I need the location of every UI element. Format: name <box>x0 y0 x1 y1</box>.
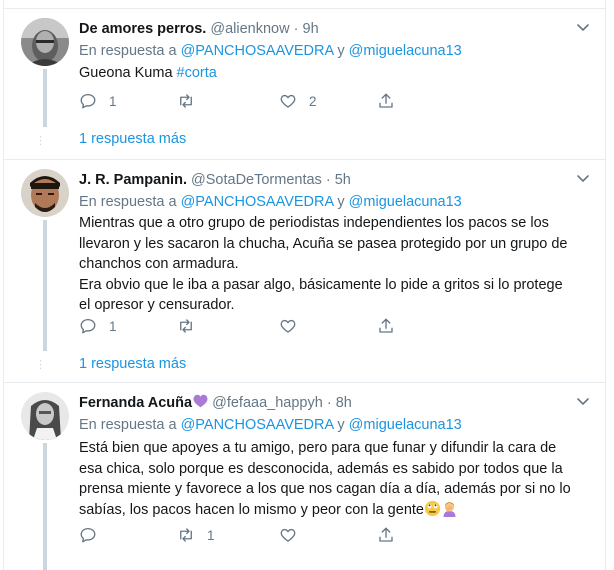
share-icon <box>379 318 393 333</box>
tweet[interactable]: De amores perros. @alienknow · 9h En res… <box>4 9 605 159</box>
reply-count: 1 <box>109 318 117 334</box>
reply-icon <box>80 527 96 543</box>
reply-icon <box>80 93 96 109</box>
reply-prefix: En respuesta a <box>79 43 177 59</box>
tweet-actions: 1 <box>79 315 479 337</box>
timeline-right-border <box>605 0 606 570</box>
thread-line <box>43 443 47 570</box>
tweet-text-line: llevaron y les sacaron la chucha, Acuña … <box>79 235 568 252</box>
avatar[interactable] <box>21 169 69 217</box>
reply-context: En respuesta a @PANCHOSAAVEDRA y @miguel… <box>79 415 462 435</box>
purple-heart-icon <box>193 394 208 408</box>
share-button[interactable] <box>377 90 395 112</box>
tweet-text-line: esa chica, solo porque es desconocida, a… <box>79 460 563 477</box>
tweet-text-line: Mientras que a otro grupo de periodistas… <box>79 215 549 231</box>
like-count: 2 <box>309 93 317 109</box>
tweet[interactable]: Fernanda Acuña @fefaaa_happyh · 8h En re… <box>4 383 605 570</box>
thread-dots: ⋮ <box>35 135 47 147</box>
show-more-replies-link[interactable]: 1 respuesta más <box>79 131 186 147</box>
mention-link[interactable]: @miguelacuna13 <box>349 43 462 59</box>
hashtag-link[interactable]: #corta <box>177 65 217 81</box>
reply-context: En respuesta a @PANCHOSAAVEDRA y @miguel… <box>79 41 462 61</box>
tweet-text-line: sabías, los pacos hacen lo mismo y peor … <box>79 501 424 518</box>
mention-link[interactable]: @PANCHOSAAVEDRA <box>181 43 334 59</box>
like-button[interactable] <box>279 524 309 546</box>
user-handle[interactable]: @SotaDeTormentas <box>191 172 322 188</box>
retweet-button[interactable]: 1 <box>177 524 215 546</box>
thread-line <box>43 220 47 351</box>
tweet-text-line: el opresor y censurador. <box>79 297 235 313</box>
reply-icon <box>80 318 96 334</box>
share-button[interactable] <box>377 315 395 337</box>
mention-link[interactable]: @miguelacuna13 <box>349 194 462 210</box>
share-icon <box>379 93 393 108</box>
show-more-replies-link[interactable]: 1 respuesta más <box>79 356 186 372</box>
tweet-time[interactable]: 9h <box>303 21 319 37</box>
facepalm-emoji-icon <box>443 501 456 517</box>
reply-button[interactable] <box>79 524 109 546</box>
tweet-header: De amores perros. @alienknow · 9h <box>79 19 319 39</box>
mention-link[interactable]: @PANCHOSAAVEDRA <box>181 417 334 433</box>
tweet-text: Está bien que apoyes a tu amigo, pero pa… <box>79 438 584 520</box>
tweet-text: Mientras que a otro grupo de periodistas… <box>79 213 584 316</box>
thread-line <box>43 69 47 127</box>
tweet-text-line: prensa miente y favorece a los que nos c… <box>79 481 571 497</box>
caret-down-icon[interactable] <box>576 397 590 407</box>
retweet-icon <box>180 319 192 333</box>
reply-prefix: En respuesta a <box>79 194 177 210</box>
tweet-time[interactable]: 8h <box>336 395 352 411</box>
retweet-button[interactable] <box>177 90 207 112</box>
user-handle[interactable]: @fefaaa_happyh <box>212 395 323 411</box>
reply-button[interactable]: 1 <box>79 90 117 112</box>
tweet-text: Gueona Kuma #corta <box>79 63 584 84</box>
separator-dot: · <box>293 21 299 37</box>
retweet-count: 1 <box>207 527 215 543</box>
tweet-text-line: Gueona Kuma <box>79 65 173 81</box>
tweet-text-line: Era obvio que le iba a pasar algo, básic… <box>79 276 563 293</box>
tweet-text-line: Está bien que apoyes a tu amigo, pero pa… <box>79 440 557 456</box>
caret-down-icon[interactable] <box>576 23 590 33</box>
like-icon <box>280 528 296 542</box>
tweet-actions: 1 2 <box>79 90 479 112</box>
reply-context: En respuesta a @PANCHOSAAVEDRA y @miguel… <box>79 192 462 212</box>
reply-button[interactable]: 1 <box>79 315 117 337</box>
reply-and: y <box>337 194 345 210</box>
tweet[interactable]: J. R. Pampanin. @SotaDeTormentas · 5h En… <box>4 160 605 382</box>
reply-and: y <box>337 417 345 433</box>
caret-down-icon[interactable] <box>576 174 590 184</box>
reply-count: 1 <box>109 93 117 109</box>
reply-prefix: En respuesta a <box>79 417 177 433</box>
separator-dot: · <box>326 395 332 411</box>
display-name[interactable]: J. R. Pampanin. <box>79 172 187 188</box>
like-icon <box>280 94 296 108</box>
eye-roll-emoji-icon <box>424 500 441 516</box>
like-button[interactable] <box>279 315 309 337</box>
tweet-header: J. R. Pampanin. @SotaDeTormentas · 5h <box>79 170 351 190</box>
avatar[interactable] <box>21 392 69 440</box>
conversation-thread: De amores perros. @alienknow · 9h En res… <box>0 0 614 570</box>
like-button[interactable]: 2 <box>279 90 317 112</box>
user-handle[interactable]: @alienknow <box>210 21 289 37</box>
display-name[interactable]: De amores perros. <box>79 21 206 37</box>
tweet-text-line: chanchos con armadura. <box>79 256 239 272</box>
retweet-icon <box>180 528 192 542</box>
like-icon <box>280 319 296 333</box>
tweet-actions: 1 <box>79 524 479 546</box>
mention-link[interactable]: @PANCHOSAAVEDRA <box>181 194 334 210</box>
separator-dot: · <box>325 172 331 188</box>
display-name[interactable]: Fernanda Acuña <box>79 395 192 411</box>
share-button[interactable] <box>377 524 395 546</box>
mention-link[interactable]: @miguelacuna13 <box>349 417 462 433</box>
retweet-icon <box>180 94 192 108</box>
reply-and: y <box>337 43 345 59</box>
tweet-header: Fernanda Acuña @fefaaa_happyh · 8h <box>79 393 352 413</box>
avatar[interactable] <box>21 18 69 66</box>
thread-dots: ⋮ <box>35 359 47 371</box>
retweet-button[interactable] <box>177 315 207 337</box>
tweet-time[interactable]: 5h <box>335 172 351 188</box>
share-icon <box>379 527 393 542</box>
